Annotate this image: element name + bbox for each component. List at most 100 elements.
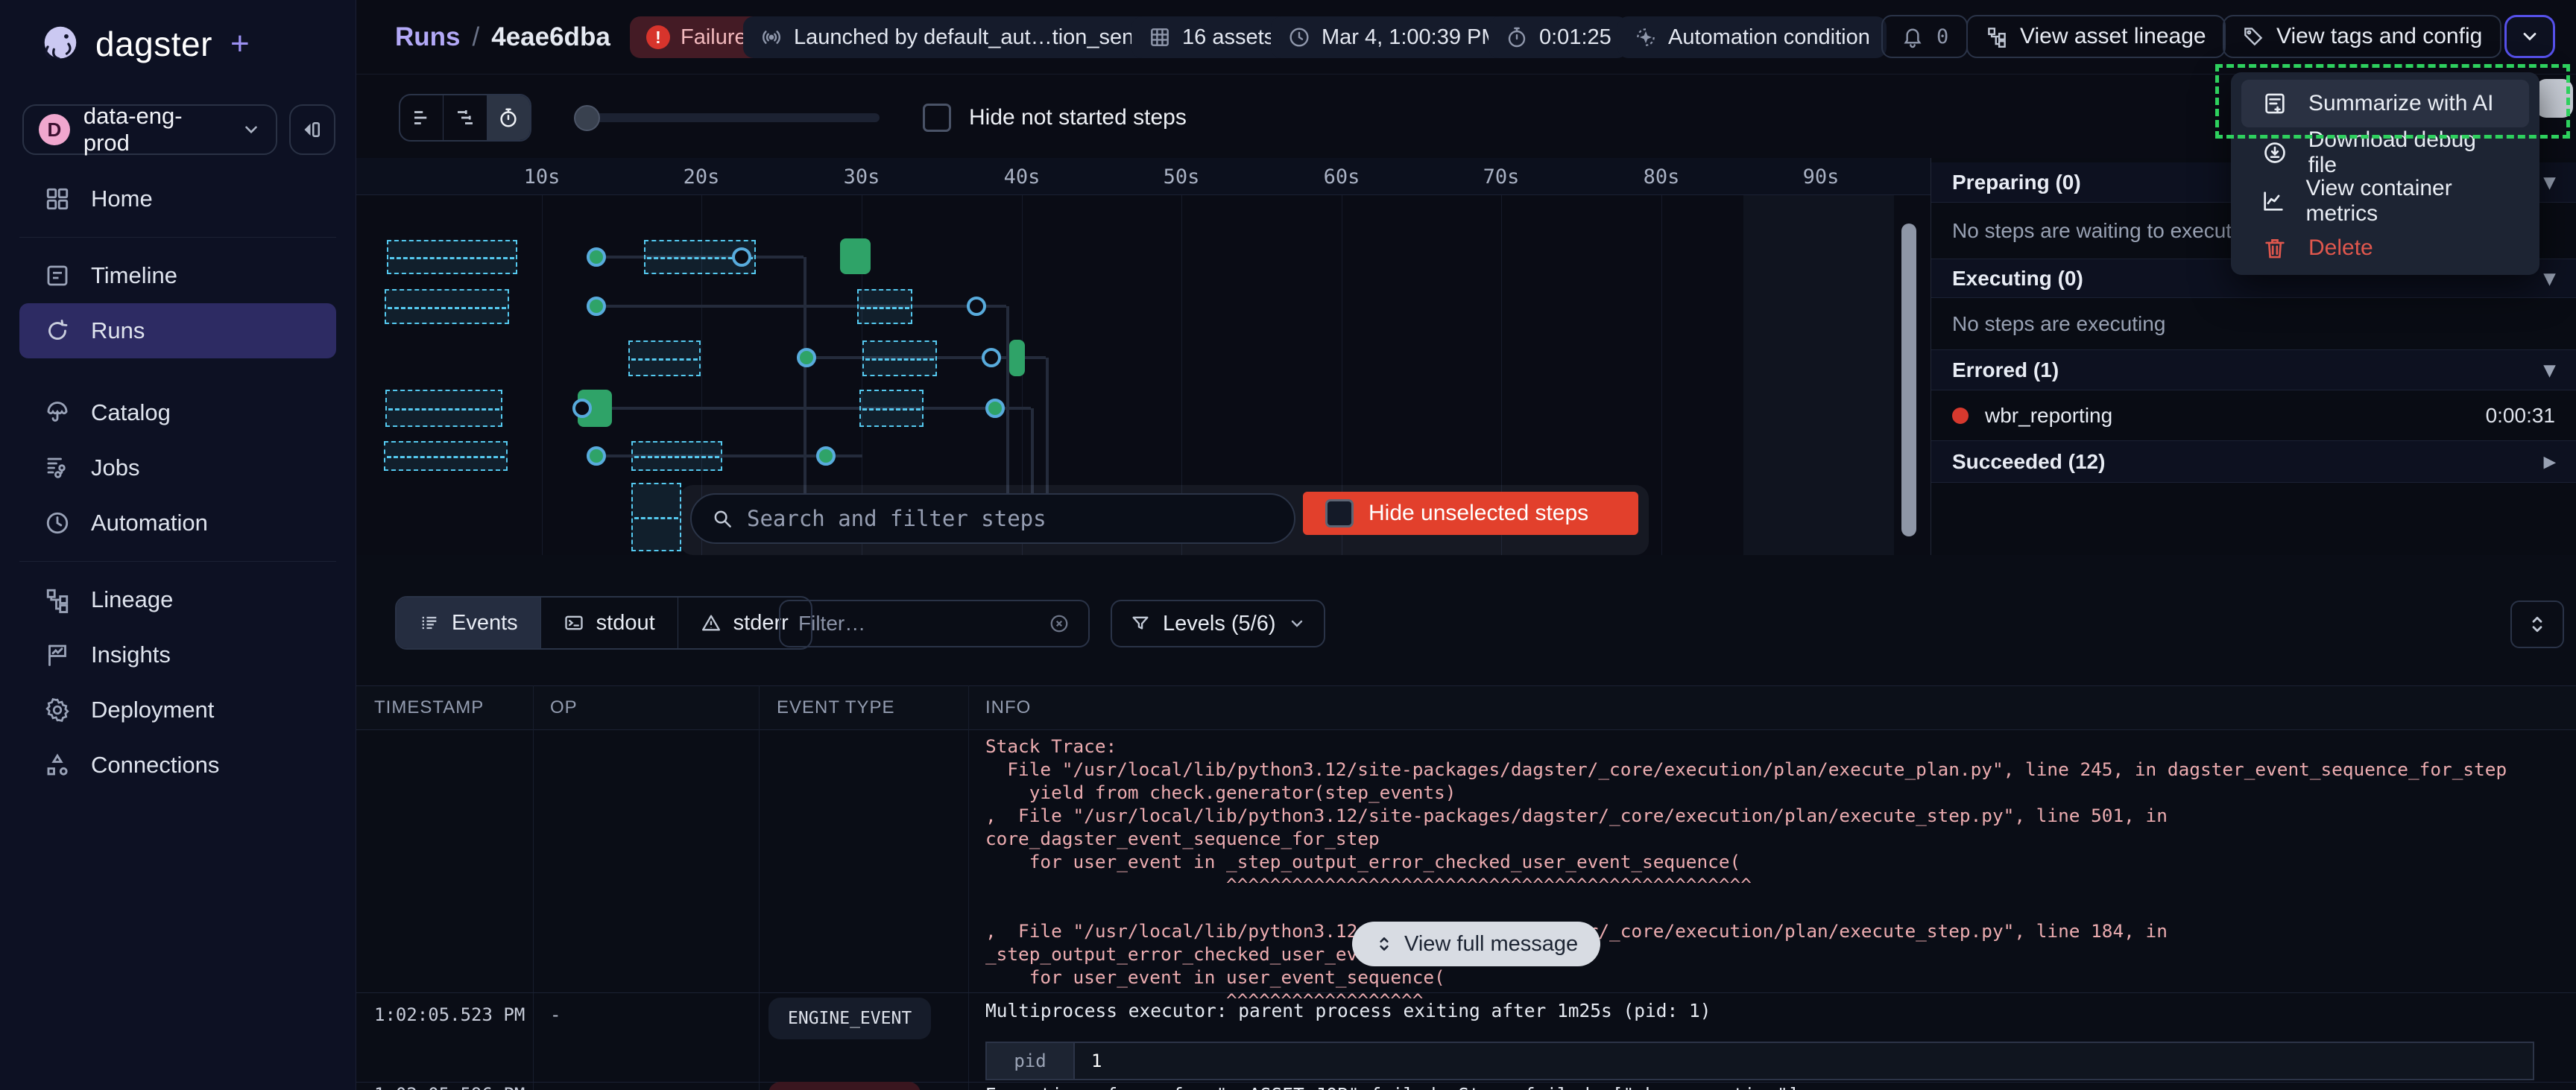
launched-by-tag[interactable]: Launched by default_aut…tion_sensor [743,16,1181,58]
waterfall-view-button[interactable] [443,95,487,140]
automation-condition-tag[interactable]: Automation condition [1617,16,1887,58]
bell-icon [1901,25,1925,48]
after-run-end-band [1743,195,1894,555]
event-info: Execution of run for "__ASSET_JOB" faile… [985,1084,1799,1090]
sidebar-divider [19,561,336,562]
step-bar-planned[interactable] [631,441,722,471]
notifications-button[interactable]: 0 [1881,15,1968,58]
duration-label: 0:01:25 [1539,25,1611,50]
sidebar-item-lineage[interactable]: Lineage [0,572,356,627]
menu-item-container-metrics[interactable]: View container metrics [2241,177,2529,225]
log-filter-input[interactable]: Filter… [779,600,1090,647]
menu-item-download-debug[interactable]: Download debug file [2241,129,2529,177]
catalog-icon [43,399,72,427]
metadata-key: pid [987,1043,1075,1079]
collapse-sidebar-button[interactable] [289,104,335,155]
gantt-scrollbar-thumb[interactable] [1901,224,1916,536]
insights-icon [43,641,72,669]
log-tabs: Events stdout stderr [395,596,812,650]
logo-wordmark: dagster [95,24,212,64]
flat-view-button[interactable] [400,95,443,140]
step-marker-filled [587,247,606,267]
view-tags-config-button[interactable]: View tags and config [2223,15,2501,58]
event-op: - [550,1004,561,1025]
dependency-line [1046,358,1049,498]
tab-stdout[interactable]: stdout [541,598,678,648]
column-divider [759,685,760,1090]
step-bar-planned[interactable] [862,340,937,376]
step-search-input[interactable]: Search and filter steps [690,493,1295,544]
gantt-zoom-slider-knob[interactable] [574,105,600,131]
sidebar-item-deployment[interactable]: Deployment [0,682,356,738]
sensor-icon [760,25,783,49]
download-icon [2261,140,2289,165]
dagster-octopus-icon [39,22,82,66]
warning-triangle-icon [701,612,722,633]
section-title: Errored (1) [1952,358,2059,382]
tab-events[interactable]: Events [397,598,541,648]
sidebar-item-jobs[interactable]: Jobs [0,440,356,495]
step-bar-planned[interactable] [628,340,701,376]
summarize-doc-icon [2261,91,2289,116]
section-succeeded[interactable]: Succeeded (12) ▸ [1931,441,2576,483]
section-errored[interactable]: Errored (1) ▾ [1931,350,2576,390]
sidebar-item-connections[interactable]: Connections [0,738,356,793]
dagster-logo[interactable]: dagster + [39,22,250,66]
axis-tick: 20s [684,165,720,188]
deployment-switcher[interactable]: D data-eng-prod [22,104,277,155]
step-bar-planned[interactable] [857,289,912,324]
step-bar-succeeded[interactable] [1009,340,1025,376]
clear-filter-icon[interactable] [1048,612,1070,635]
step-marker-ring [732,247,751,267]
levels-label: Levels (5/6) [1163,612,1276,636]
axis-tick: 40s [1004,165,1041,188]
gantt-zoom-slider-track[interactable] [583,113,880,122]
event-table-header: TIMESTAMP OP EVENT TYPE INFO [356,685,2576,730]
col-event-type: EVENT TYPE [777,697,895,718]
hide-unselected-checkbox[interactable] [1325,499,1354,527]
assets-tag[interactable]: 16 assets [1131,16,1291,58]
step-bar-succeeded[interactable] [840,238,871,274]
error-status-dot [1952,408,1969,424]
step-bar-planned[interactable] [631,483,681,551]
menu-item-summarize-ai[interactable]: Summarize with AI [2241,80,2529,127]
col-info: INFO [985,697,1031,718]
step-bar-planned[interactable] [387,240,517,274]
levels-dropdown[interactable]: Levels (5/6) [1111,600,1325,647]
automation-condition-label: Automation condition [1668,25,1870,50]
sidebar-item-runs[interactable]: Runs [19,303,336,358]
hide-not-started-control: Hide not started steps [923,104,1187,132]
sidebar-item-label: Home [91,186,153,212]
axis-tick: 90s [1803,165,1840,188]
sidebar-item-timeline[interactable]: Timeline [0,248,356,303]
sidebar-item-automation[interactable]: Automation [0,495,356,551]
sidebar-item-catalog[interactable]: Catalog [0,385,356,440]
breadcrumb-runs-link[interactable]: Runs [395,22,461,52]
funnel-icon [1130,613,1151,634]
hide-not-started-checkbox[interactable] [923,104,951,132]
run-actions-menu-button[interactable] [2504,15,2555,58]
hide-not-started-label: Hide not started steps [969,105,1187,130]
expand-log-panel-button[interactable] [2510,601,2564,648]
step-bar-planned[interactable] [859,390,924,427]
step-bar-planned[interactable] [385,289,509,324]
sidebar-item-label: Automation [91,510,208,536]
step-bar-planned[interactable] [384,441,508,471]
view-asset-lineage-button[interactable]: View asset lineage [1966,15,2226,58]
step-bar-planned[interactable] [385,390,502,427]
stopwatch-icon [1505,25,1529,49]
assets-count-label: 16 assets [1182,25,1275,50]
dependency-line [1006,306,1009,498]
timed-view-button[interactable] [487,95,530,140]
view-full-message-button[interactable]: View full message [1352,922,1600,966]
flat-view-icon [411,107,433,129]
stack-trace-text: Stack Trace: File "/usr/local/lib/python… [985,735,2507,1012]
lineage-icon [43,586,72,614]
step-marker-filled [587,297,606,316]
sidebar-item-home[interactable]: Home [0,171,356,226]
step-search-placeholder: Search and filter steps [747,506,1046,531]
menu-item-delete[interactable]: Delete [2241,224,2529,272]
log-filter-placeholder: Filter… [798,612,865,636]
errored-step-row[interactable]: wbr_reporting 0:00:31 [1931,390,2576,441]
sidebar-item-insights[interactable]: Insights [0,627,356,682]
